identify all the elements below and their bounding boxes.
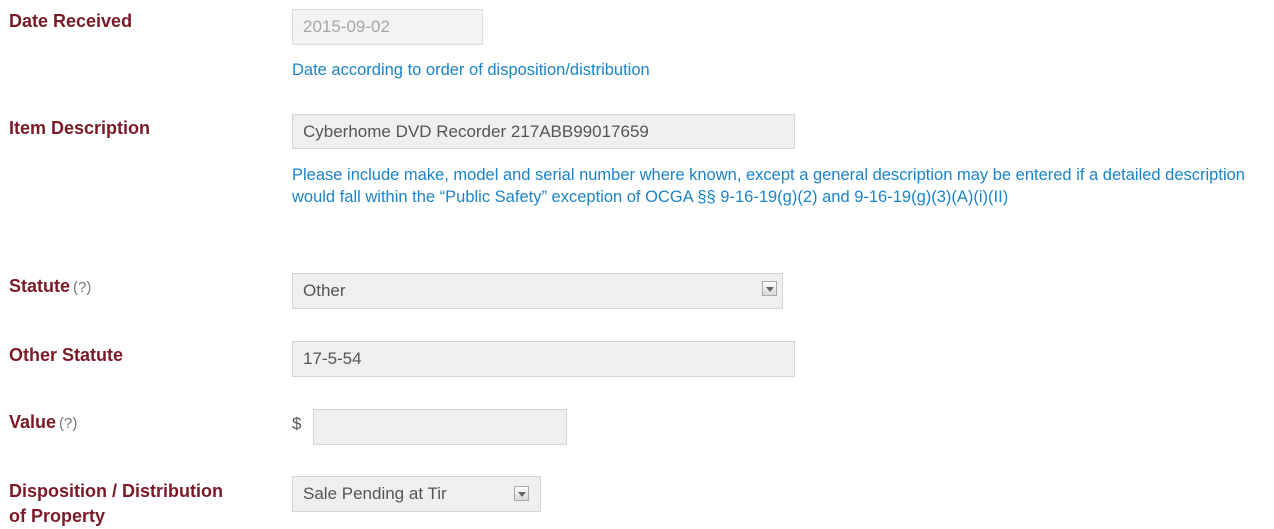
item-description-input[interactable]: Cyberhome DVD Recorder 217ABB99017659	[292, 114, 795, 149]
value-help-link[interactable]: (?)	[59, 415, 77, 432]
currency-symbol: $	[292, 414, 302, 433]
other-statute-input[interactable]: 17-5-54	[292, 341, 795, 377]
item-description-label: Item Description	[9, 118, 151, 138]
value-label: Value (?)	[9, 412, 78, 432]
chevron-down-icon[interactable]	[762, 281, 777, 296]
disposition-select[interactable]: Sale Pending at Tir	[292, 476, 541, 512]
disposition-label: Disposition / Distribution of Property	[9, 481, 223, 526]
statute-help-link[interactable]: (?)	[73, 279, 91, 296]
statute-label: Statute (?)	[9, 276, 92, 296]
chevron-down-icon[interactable]	[514, 486, 529, 501]
date-received-label: Date Received	[9, 11, 133, 31]
item-description-hint: Please include make, model and serial nu…	[292, 166, 1245, 206]
other-statute-label: Other Statute	[9, 345, 124, 365]
value-input[interactable]	[313, 409, 567, 445]
date-received-input[interactable]: 2015-09-02	[292, 9, 483, 45]
statute-select[interactable]: Other	[292, 273, 783, 309]
date-received-hint: Date according to order of disposition/d…	[292, 61, 650, 79]
